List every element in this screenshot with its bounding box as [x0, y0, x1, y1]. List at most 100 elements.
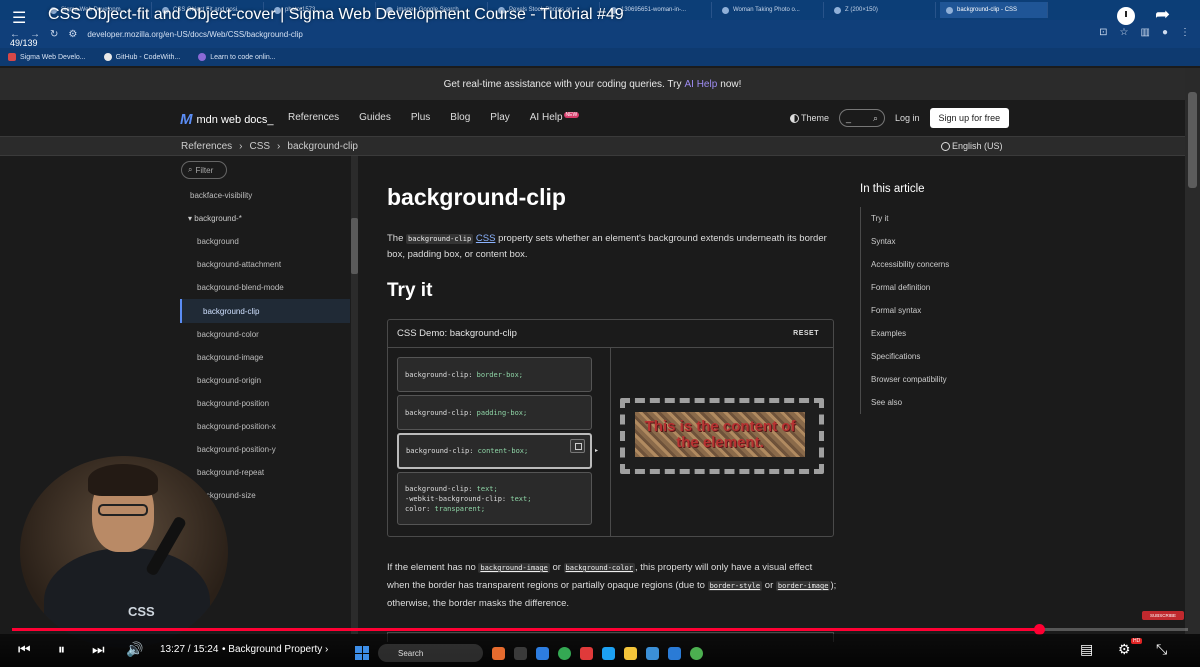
- theme-button[interactable]: Theme: [790, 113, 829, 124]
- demo-choice[interactable]: background-clip: text; -webkit-backgroun…: [397, 472, 592, 525]
- nav-references[interactable]: References: [288, 112, 339, 123]
- browser-tab[interactable]: Woman Taking Photo o...: [716, 2, 824, 18]
- taskbar-app-icon[interactable]: [580, 646, 593, 660]
- breadcrumb-bar: References › CSS › background-clip Engli…: [0, 137, 1185, 156]
- sidebar-item[interactable]: background-origin: [180, 369, 350, 392]
- sidebar-item[interactable]: background-image: [180, 346, 350, 369]
- reset-button[interactable]: RESET: [793, 330, 819, 337]
- sidebar-item[interactable]: background: [180, 230, 350, 253]
- taskbar-search-input[interactable]: Search: [378, 644, 483, 662]
- toc-item[interactable]: Examples: [861, 322, 1030, 345]
- hd-badge: HD: [1131, 638, 1143, 644]
- bookmark-github[interactable]: GitHub - CodeWith...: [103, 53, 180, 61]
- sidebar-item[interactable]: background-position: [180, 392, 350, 415]
- taskbar-app-icon[interactable]: [602, 646, 615, 660]
- browser-tab-active[interactable]: background-clip - CSS: [940, 2, 1048, 18]
- toc-item[interactable]: Try it: [861, 207, 1030, 230]
- taskbar-app-icon[interactable]: [536, 646, 549, 660]
- demo-choice-selected[interactable]: background-clip: content-box;: [397, 433, 592, 469]
- css-link[interactable]: CSS: [476, 233, 496, 244]
- sidebar-filter-input[interactable]: ⌕ Filter: [181, 161, 227, 179]
- login-link[interactable]: Log in: [895, 113, 920, 123]
- toc-item[interactable]: Syntax: [861, 230, 1030, 253]
- fullscreen-exit-icon[interactable]: ⤡: [1156, 641, 1167, 658]
- chapter-title[interactable]: • Background Property ›: [222, 644, 328, 655]
- nav-guides[interactable]: Guides: [359, 112, 391, 123]
- subscribe-watermark[interactable]: SUBSCRIBE: [1142, 611, 1184, 620]
- background-image-link[interactable]: background-image: [478, 563, 550, 573]
- sidebar-scrollbar[interactable]: [351, 156, 358, 634]
- site-settings-icon[interactable]: ⚙: [68, 29, 77, 40]
- volume-icon[interactable]: 🔊: [126, 641, 143, 658]
- nav-blog[interactable]: Blog: [450, 112, 470, 123]
- background-color-link[interactable]: background-color: [563, 563, 635, 573]
- demo-output: This is the content of the element.: [620, 398, 824, 474]
- menu-kebab-icon[interactable]: ⋮: [1180, 27, 1190, 38]
- sidebar-item[interactable]: background-position-y: [180, 438, 350, 461]
- install-icon[interactable]: ⊡: [1099, 27, 1107, 38]
- toc-item[interactable]: See also: [861, 391, 1030, 414]
- border-style-link[interactable]: border-style: [707, 581, 763, 591]
- sidebar-item[interactable]: background-color: [180, 323, 350, 346]
- sidebar-toggle-icon[interactable]: ▥: [1141, 27, 1150, 38]
- subtitles-icon[interactable]: ▤: [1080, 641, 1093, 658]
- chrome-icon[interactable]: [558, 646, 571, 660]
- border-image-link[interactable]: border-image: [775, 581, 831, 591]
- sidebar-group[interactable]: ▾ background-*: [180, 207, 350, 230]
- file-explorer-icon[interactable]: [624, 646, 637, 660]
- share-icon[interactable]: ➦: [1155, 4, 1170, 25]
- sidebar-item[interactable]: background-blend-mode: [180, 276, 350, 299]
- breadcrumb-references[interactable]: References: [181, 141, 232, 152]
- sidebar-scroll-thumb[interactable]: [351, 218, 358, 274]
- taskbar-app-icon[interactable]: [514, 646, 527, 660]
- watch-later-icon[interactable]: [1117, 7, 1135, 25]
- nav-plus[interactable]: Plus: [411, 112, 430, 123]
- sidebar-item[interactable]: background-repeat: [180, 461, 350, 484]
- taskbar-app-icon[interactable]: [492, 646, 505, 660]
- sidebar-item[interactable]: background-attachment: [180, 253, 350, 276]
- copy-icon[interactable]: [570, 439, 585, 453]
- next-icon[interactable]: ⏭: [92, 641, 105, 658]
- pause-icon[interactable]: ⏸: [58, 641, 65, 658]
- signup-button[interactable]: Sign up for free: [929, 108, 1010, 128]
- nav-play[interactable]: Play: [490, 112, 509, 123]
- sidebar-item[interactable]: backface-visibility: [180, 184, 350, 207]
- language-switcher[interactable]: English (US): [941, 141, 1003, 152]
- star-icon[interactable]: ☆: [1120, 27, 1129, 38]
- reload-icon[interactable]: ↻: [50, 29, 58, 40]
- vscode-icon[interactable]: [668, 646, 681, 660]
- ai-help-link[interactable]: AI Help: [684, 79, 717, 90]
- previous-icon[interactable]: ⏮: [18, 641, 31, 658]
- video-progress-fill: [12, 628, 1039, 631]
- mdn-logo[interactable]: M mdn web docs_: [180, 111, 274, 128]
- windows-taskbar: Search: [355, 644, 703, 662]
- page-scroll-thumb[interactable]: [1188, 92, 1197, 188]
- toc-item[interactable]: Browser compatibility: [861, 368, 1030, 391]
- interactive-demo: CSS Demo: background-clip RESET backgrou…: [387, 319, 834, 537]
- demo-choice[interactable]: background-clip: border-box;: [397, 357, 592, 392]
- taskbar-app-icon[interactable]: [646, 646, 659, 660]
- bookmark-sigma[interactable]: Sigma Web Develo...: [8, 53, 86, 61]
- toc-item[interactable]: Formal definition: [861, 276, 1030, 299]
- windows-start-icon[interactable]: [355, 646, 369, 660]
- url-field[interactable]: developer.mozilla.org/en-US/docs/Web/CSS…: [87, 30, 303, 39]
- demo-choice[interactable]: background-clip: padding-box;: [397, 395, 592, 430]
- toc-item[interactable]: Specifications: [861, 345, 1030, 368]
- toc-item[interactable]: Formal syntax: [861, 299, 1030, 322]
- video-progress-bar[interactable]: [12, 624, 1188, 635]
- browser-tab[interactable]: Z (200×150): [828, 2, 936, 18]
- toc-item[interactable]: Accessibility concerns: [861, 253, 1030, 276]
- sidebar-item[interactable]: background-position-x: [180, 415, 350, 438]
- video-title[interactable]: CSS Object-fit and Object-cover | Sigma …: [48, 6, 624, 24]
- site-search-input[interactable]: _ ⌕: [839, 109, 886, 127]
- settings-gear-icon[interactable]: ⚙: [1118, 641, 1131, 658]
- taskbar-app-icon[interactable]: [690, 646, 703, 660]
- playlist-menu-icon[interactable]: ☰: [12, 8, 26, 28]
- sidebar-item-active[interactable]: background-clip: [180, 299, 350, 323]
- page-scrollbar[interactable]: [1185, 68, 1200, 634]
- breadcrumb-current[interactable]: background-clip: [287, 141, 358, 152]
- nav-ai-help[interactable]: AI Help NEW: [530, 112, 580, 123]
- profile-icon[interactable]: ●: [1162, 27, 1168, 38]
- breadcrumb-css[interactable]: CSS: [249, 141, 270, 152]
- bookmark-learn[interactable]: Learn to code onlin...: [198, 53, 276, 61]
